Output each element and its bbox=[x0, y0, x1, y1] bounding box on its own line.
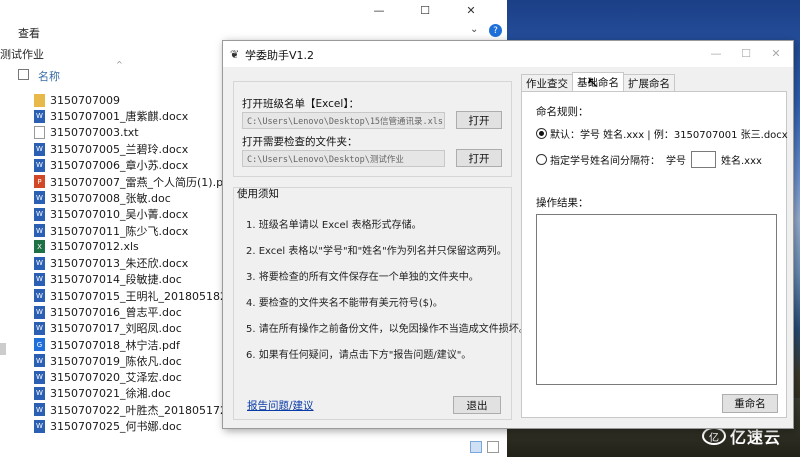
doc-file-icon: W bbox=[34, 386, 45, 400]
maximize-button[interactable]: ☐ bbox=[402, 0, 448, 20]
file-name: 3150707010_吴小菁.docx bbox=[50, 208, 189, 222]
app-titlebar[interactable]: ❦ 学委助手V1.2 — ☐ ✕ bbox=[223, 41, 793, 67]
separator-input[interactable] bbox=[691, 151, 716, 168]
instruction-item: 3. 将要检查的所有文件保存在一个单独的文件夹中。 bbox=[246, 272, 479, 283]
large-icons-view-icon[interactable] bbox=[487, 441, 499, 453]
file-name: 3150707011_陈少飞.docx bbox=[50, 224, 189, 238]
doc-file-icon: W bbox=[34, 403, 45, 417]
folder-icon bbox=[34, 93, 45, 107]
file-name: 3150707016_曾志平.doc bbox=[50, 306, 182, 319]
mouse-cursor-icon: ↖ bbox=[587, 75, 599, 91]
radio-default-label: 默认：学号 姓名.xxx | 例：3150707001 张三.docx bbox=[550, 130, 788, 141]
ribbon-expand-chevron-icon[interactable]: ⌄ bbox=[470, 24, 478, 35]
basic-naming-panel: 命名规则： 默认：学号 姓名.xxx | 例：3150707001 张三.doc… bbox=[521, 91, 788, 418]
explorer-titlebar: — ☐ ✕ 查看 ⌄ ? bbox=[0, 0, 507, 40]
minimize-button[interactable]: — bbox=[356, 0, 402, 20]
custom-suffix-label: 姓名.xxx bbox=[721, 156, 762, 167]
app-minimize-button[interactable]: — bbox=[701, 44, 731, 62]
file-name: 3150707009 bbox=[50, 93, 120, 107]
report-issue-link[interactable]: 报告问题/建议 bbox=[247, 398, 314, 413]
instruction-item: 2. Excel 表格以"学号"和"姓名"作为列名并只保留这两列。 bbox=[246, 246, 507, 257]
file-name: 3150707020_艾泽宏.doc bbox=[50, 371, 182, 385]
nav-pane-item[interactable]: 测试作业 bbox=[0, 46, 44, 62]
file-name: 3150707021_徐湘.doc bbox=[50, 387, 171, 401]
instruction-item: 4. 要检查的文件夹名不能带有美元符号($)。 bbox=[246, 298, 443, 309]
radio-custom-label: 指定学号姓名间分隔符： bbox=[550, 156, 660, 167]
file-name: 3150707017_刘昭凤.doc bbox=[50, 322, 182, 336]
instruction-item: 1. 班级名单请以 Excel 表格形式存储。 bbox=[246, 220, 422, 231]
watermark-logo-icon: 亿 bbox=[702, 427, 726, 445]
file-name: 3150707018_林宁洁.pdf bbox=[50, 338, 180, 352]
docx-file-icon: W bbox=[34, 256, 45, 270]
doc-file-icon: W bbox=[34, 370, 45, 384]
custom-prefix-label: 学号 bbox=[666, 156, 686, 167]
doc-file-icon: W bbox=[34, 305, 45, 319]
radio-button-selected[interactable] bbox=[536, 128, 547, 139]
open-folder-button[interactable]: 打开 bbox=[456, 149, 502, 167]
tab-extended-naming[interactable]: 扩展命名 bbox=[623, 74, 675, 91]
folder-label: 打开需要检查的文件夹： bbox=[242, 136, 358, 148]
doc-file-icon: W bbox=[34, 272, 45, 286]
file-name: 3150707005_兰碧玲.docx bbox=[50, 143, 189, 157]
file-selection-group: 打开班级名单【Excel】： C:\Users\Lenovo\Desktop\1… bbox=[233, 81, 512, 177]
sort-ascending-icon: ^ bbox=[116, 60, 123, 69]
ribbon-tab-view[interactable]: 查看 bbox=[18, 25, 40, 41]
details-view-icon[interactable] bbox=[470, 441, 482, 453]
nav-pane-scrollbar[interactable] bbox=[0, 343, 6, 355]
result-label: 操作结果： bbox=[536, 197, 589, 209]
instructions-title: 使用须知 bbox=[237, 188, 279, 200]
instruction-item: 6. 如果有任何疑问，请点击下方"报告问题/建议"。 bbox=[246, 350, 472, 361]
radio-default-naming[interactable]: 默认：学号 姓名.xxx | 例：3150707001 张三.docx bbox=[536, 126, 788, 141]
folder-path-field[interactable]: C:\Users\Lenovo\Desktop\测试作业 bbox=[242, 150, 445, 167]
close-button[interactable]: ✕ bbox=[448, 0, 494, 20]
tab-homework-check[interactable]: 作业查交 bbox=[521, 74, 573, 91]
instructions-group: 使用须知 1. 班级名单请以 Excel 表格形式存储。 2. Excel 表格… bbox=[233, 187, 529, 420]
radio-button-unselected[interactable] bbox=[536, 154, 547, 165]
docx-file-icon: W bbox=[34, 142, 45, 156]
instruction-item: 5. 请在所有操作之前备份文件，以免因操作不当造成文件损坏。 bbox=[246, 324, 529, 335]
docx-file-icon: W bbox=[34, 224, 45, 238]
file-name: 3150707006_章小苏.docx bbox=[50, 159, 189, 173]
app-close-button[interactable]: ✕ bbox=[761, 44, 791, 62]
xls-file-icon: X bbox=[34, 240, 45, 254]
file-name: 3150707012.xls bbox=[50, 240, 139, 254]
pptx-file-icon: P bbox=[34, 175, 45, 189]
txt-file-icon bbox=[34, 126, 45, 140]
app-title: 学委助手V1.2 bbox=[245, 49, 315, 62]
class-list-label: 打开班级名单【Excel】： bbox=[242, 98, 360, 110]
app-maximize-button[interactable]: ☐ bbox=[731, 44, 761, 62]
file-name: 3150707013_朱还欣.docx bbox=[50, 257, 189, 271]
file-name: 3150707001_唐紫麒.docx bbox=[50, 110, 189, 124]
doc-file-icon: W bbox=[34, 419, 45, 433]
class-list-path-field[interactable]: C:\Users\Lenovo\Desktop\15信管通讯录.xls bbox=[242, 112, 445, 129]
open-class-list-button[interactable]: 打开 bbox=[456, 111, 502, 129]
pdf-file-icon: G bbox=[34, 338, 45, 352]
doc-file-icon: W bbox=[34, 289, 45, 303]
result-output-box[interactable] bbox=[536, 214, 777, 385]
exit-button[interactable]: 退出 bbox=[453, 396, 501, 414]
radio-custom-separator[interactable]: 指定学号姓名间分隔符： 学号 姓名.xxx bbox=[536, 151, 762, 168]
doc-file-icon: W bbox=[34, 354, 45, 368]
file-name: 3150707003.txt bbox=[50, 126, 139, 140]
file-name: 3150707014_段敏捷.doc bbox=[50, 273, 182, 287]
app-logo-icon: ❦ bbox=[230, 48, 240, 61]
file-name: 3150707025_何书娜.doc bbox=[50, 420, 182, 434]
explorer-statusbar bbox=[0, 437, 507, 457]
docx-file-icon: W bbox=[34, 158, 45, 172]
doc-file-icon: W bbox=[34, 191, 45, 205]
rename-button[interactable]: 重命名 bbox=[722, 394, 778, 413]
file-name: 3150707019_陈依凡.doc bbox=[50, 354, 182, 368]
file-name: 3150707007_雷燕_个人简历(1).pptx bbox=[50, 175, 241, 189]
file-name: 3150707008_张敏.doc bbox=[50, 191, 171, 205]
docx-file-icon: W bbox=[34, 109, 45, 123]
naming-rule-label: 命名规则： bbox=[536, 106, 589, 118]
column-name-header[interactable]: 名称 bbox=[38, 68, 60, 84]
assistant-app-window: ❦ 学委助手V1.2 — ☐ ✕ 打开班级名单【Excel】： C:\Users… bbox=[222, 40, 794, 429]
select-all-checkbox[interactable] bbox=[18, 69, 29, 80]
help-icon[interactable]: ? bbox=[489, 24, 502, 37]
doc-file-icon: W bbox=[34, 321, 45, 335]
docx-file-icon: W bbox=[34, 207, 45, 221]
